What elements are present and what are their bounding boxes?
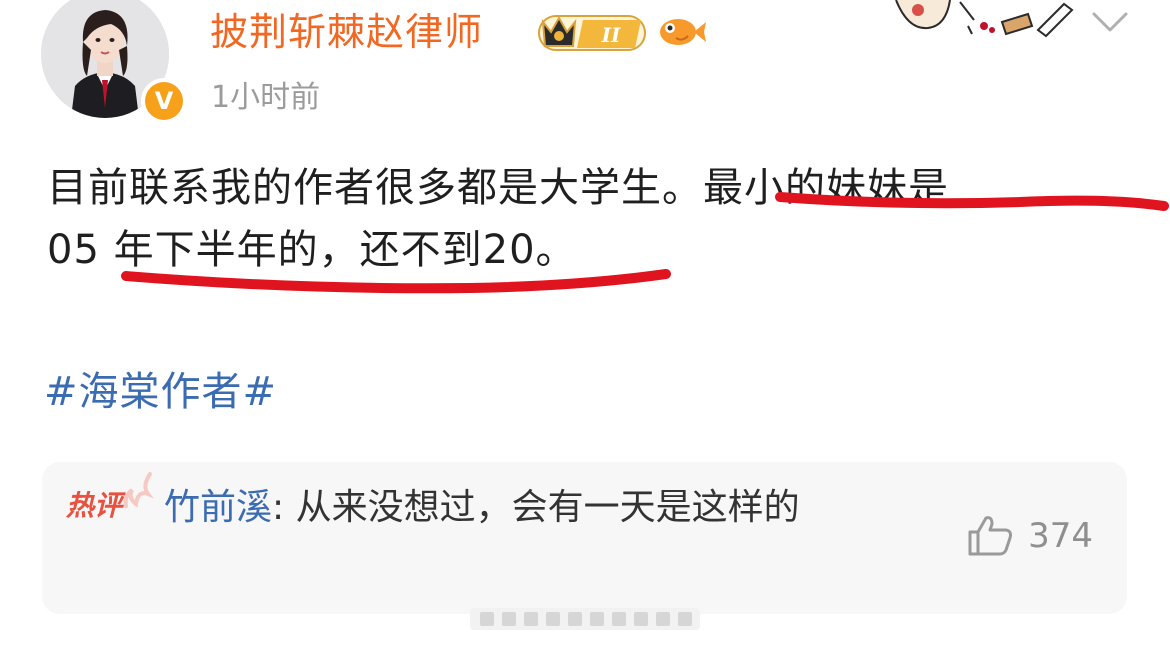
author-avatar-container[interactable]: V bbox=[41, 0, 187, 124]
hashtag-link[interactable]: #海棠作者# bbox=[44, 366, 277, 418]
like-button[interactable]: 374 bbox=[966, 514, 1093, 558]
comment-separator: : bbox=[272, 487, 296, 528]
flame-icon bbox=[123, 472, 154, 508]
verified-badge: V bbox=[141, 78, 187, 124]
author-name[interactable]: 披荆斩棘赵律师 bbox=[210, 8, 483, 56]
thumbs-up-icon bbox=[968, 516, 1013, 556]
post-text-line1-b: 最小的妹妹是 bbox=[703, 165, 949, 211]
fish-icon bbox=[660, 19, 706, 45]
hot-comment-label: 热评 bbox=[66, 489, 123, 522]
watermark-strip bbox=[470, 608, 700, 630]
chevron-down-icon[interactable] bbox=[1090, 8, 1130, 36]
decorative-sticker-icon bbox=[895, 0, 1074, 38]
post-text-line1-a: 目前联系我的作者很多都是大学生。 bbox=[47, 165, 703, 211]
hot-comment-body: 竹前溪: 从来没想过，会有一天是这样的 bbox=[164, 480, 934, 536]
hot-comment-card[interactable]: 热评 竹前溪: 从来没想过，会有一天是这样的 374 bbox=[42, 462, 1127, 614]
comment-text: 从来没想过，会有一天是这样的 bbox=[295, 487, 800, 528]
post-text-line2-b: 年下半年的，还不到20。 bbox=[113, 227, 577, 273]
commenter-name[interactable]: 竹前溪 bbox=[164, 487, 272, 528]
orange-v-verified-icon: V bbox=[145, 82, 183, 120]
post-timestamp: 1小时前 bbox=[211, 80, 321, 115]
rank-badge: II bbox=[538, 15, 646, 51]
post-text-line2-a: 05 bbox=[47, 227, 100, 273]
like-count: 374 bbox=[1028, 516, 1093, 556]
rank-label: II bbox=[601, 23, 621, 47]
post-body: 目前联系我的作者很多都是大学生。最小的妹妹是 05 年下半年的，还不到20。 bbox=[47, 157, 1107, 281]
